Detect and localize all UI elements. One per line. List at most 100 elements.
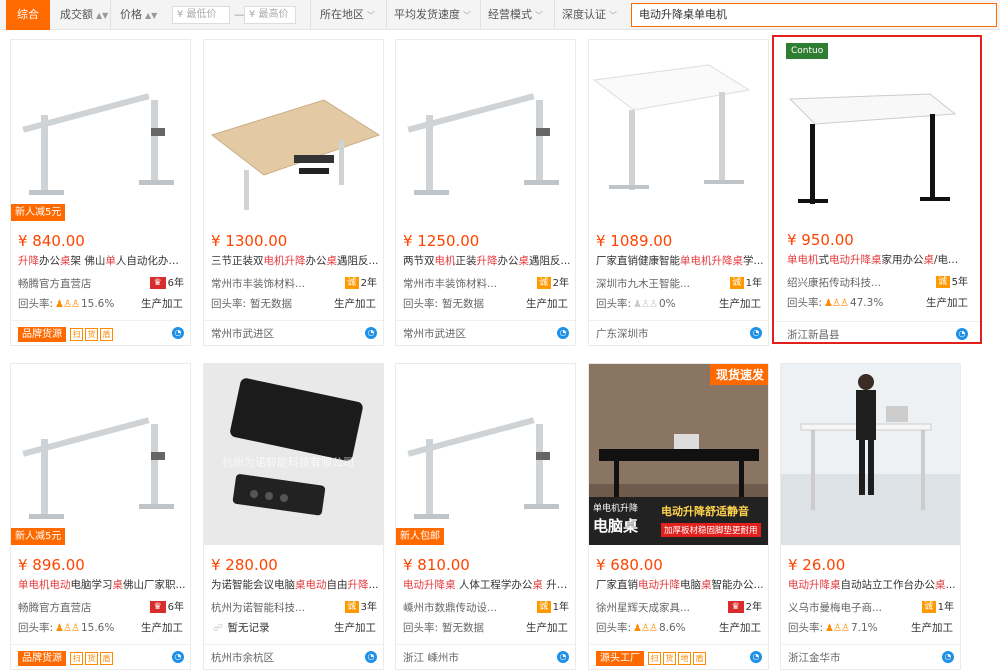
product-image[interactable] <box>781 364 960 545</box>
service-icon[interactable]: 货 <box>85 651 98 665</box>
service-icon[interactable]: 扫 <box>70 651 83 665</box>
product-card[interactable]: 新人减5元 ¥ 896.00 单电机电动电脑学习桌佛山厂家职... 畅腾官方直营店 ♛ 6… <box>10 363 191 670</box>
overlay-right-sub: 加厚板材稳固脚垫更耐用 <box>661 523 761 537</box>
wangwang-chat-icon[interactable]: ◔ <box>750 651 762 663</box>
dropdown-shipping-label: 平均发货速度 <box>394 8 460 21</box>
tab-price[interactable]: 价格 ▲▼ <box>120 0 157 30</box>
title-text: 办公 <box>305 255 327 267</box>
wangwang-chat-icon[interactable]: ◔ <box>365 327 377 339</box>
shop-name[interactable]: 畅腾官方直营店 <box>18 600 143 615</box>
product-title[interactable]: 电动升降桌自动站立工作台办公桌... <box>788 578 956 593</box>
source-tag[interactable]: 品牌货源 <box>18 326 66 342</box>
product-price: ¥ 1300.00 <box>211 232 288 250</box>
service-icon[interactable]: 盾 <box>693 651 706 665</box>
years-value: 2年 <box>552 278 569 289</box>
wangwang-chat-icon[interactable]: ◔ <box>557 327 569 339</box>
wangwang-chat-icon[interactable]: ◔ <box>750 327 762 339</box>
shop-name[interactable]: 畅腾官方直营店 <box>18 276 143 291</box>
product-title[interactable]: 厂家直销电动升降电脑桌智能办公... <box>596 578 764 593</box>
product-card[interactable]: ¥ 1300.00 三节正装双电机升降办公桌遇阻反... 常州市丰装饰材料... 诚 2… <box>203 39 384 346</box>
shop-name[interactable]: 常州市丰装饰材料... <box>403 276 528 291</box>
dropdown-region[interactable]: 所在地区 ﹀ <box>320 0 375 30</box>
wangwang-chat-icon[interactable]: ◔ <box>172 651 184 663</box>
product-card[interactable]: 杭州为诺智能科技有限公司 ¥ 280.00 为诺智能会议电脑桌电动自由升降... 杭州… <box>203 363 384 670</box>
service-icon[interactable]: 盾 <box>100 327 113 341</box>
location-row: 源头工厂扫货地盾 <box>589 644 768 669</box>
title-text: ... <box>945 579 956 591</box>
service-icon[interactable]: 扫 <box>70 327 83 341</box>
dropdown-business-model[interactable]: 经营模式 ﹀ <box>488 0 543 30</box>
product-card[interactable]: Contuo ¥ 950.00 单电机式电动升降桌家用办公桌/电... 绍兴康拓传动科… <box>772 35 982 344</box>
title-text: 正装 <box>455 255 477 267</box>
crown-badge-icon: ♛ <box>149 277 166 289</box>
shop-name[interactable]: 常州市丰装饰材料... <box>211 276 336 291</box>
product-image[interactable]: 新人减5元 <box>11 364 190 545</box>
membership-years: ♛ 6年 <box>149 274 184 289</box>
shop-name[interactable]: 义乌市曼梅电子商... <box>788 600 913 615</box>
source-tag[interactable]: 源头工厂 <box>596 650 644 666</box>
repeat-rate: ☍ 暂无记录 <box>211 620 269 635</box>
product-image[interactable] <box>589 40 768 221</box>
chengxintong-badge-icon: 诚 <box>344 601 359 613</box>
service-icon[interactable]: 扫 <box>648 651 661 665</box>
source-tag[interactable]: 品牌货源 <box>18 650 66 666</box>
location-row: 常州市武进区 <box>396 320 575 345</box>
service-icon[interactable]: 货 <box>663 651 676 665</box>
service-icon[interactable]: 货 <box>85 327 98 341</box>
repeat-rate-value: 47.3% <box>849 297 884 309</box>
price-max-input[interactable]: ¥ 最高价 <box>244 6 296 24</box>
product-price: ¥ 840.00 <box>18 232 85 250</box>
dropdown-shipping-speed[interactable]: 平均发货速度 ﹀ <box>394 0 471 30</box>
product-card[interactable]: ¥ 1250.00 两节双电机正装升降办公桌遇阻反... 常州市丰装饰材料... 诚 2… <box>395 39 576 346</box>
product-title[interactable]: 单电机电动电脑学习桌佛山厂家职... <box>18 578 186 593</box>
repeat-rate: 回头率: ♟♙♙ 15.6% <box>18 296 114 311</box>
wangwang-chat-icon[interactable]: ◔ <box>365 651 377 663</box>
years-value: 6年 <box>167 278 184 289</box>
product-image[interactable]: 新人减5元 <box>11 40 190 221</box>
wangwang-chat-icon[interactable]: ◔ <box>956 328 968 340</box>
price-min-input[interactable]: ¥ 最低价 <box>172 6 230 24</box>
wangwang-chat-icon[interactable]: ◔ <box>942 651 954 663</box>
product-image[interactable] <box>204 40 383 221</box>
chengxintong-badge-icon: 诚 <box>935 276 950 288</box>
service-icon[interactable]: 盾 <box>100 651 113 665</box>
product-image[interactable]: 现货速发 单电机升降 电脑桌 电动升降舒适静音 加厚板材稳固脚垫更耐用 <box>589 364 768 545</box>
product-card[interactable]: ¥ 26.00 电动升降桌自动站立工作台办公桌... 义乌市曼梅电子商... 诚 1年回… <box>780 363 961 670</box>
service-icon[interactable]: 地 <box>678 651 691 665</box>
title-keyword: 电动升降 <box>638 579 680 591</box>
product-image[interactable]: Contuo <box>780 39 961 220</box>
shop-name[interactable]: 绍兴康拓传动科技... <box>787 275 912 290</box>
business-type: 生产加工 <box>334 622 376 634</box>
search-input[interactable]: 电动升降桌单电机 <box>631 3 997 27</box>
repeat-rate: 回头率: ♟♙♙ 8.6% <box>596 620 686 635</box>
wangwang-chat-icon[interactable]: ◔ <box>172 327 184 339</box>
title-text: 自由 <box>326 579 348 591</box>
shop-name[interactable]: 杭州为诺智能科技... <box>211 600 336 615</box>
product-title[interactable]: 三节正装双电机升降办公桌遇阻反... <box>211 254 379 269</box>
product-card[interactable]: 新人包邮 ¥ 810.00 电动升降桌 人体工程学办公桌 升降... 嵊州市数鼎传动设… <box>395 363 576 670</box>
product-price: ¥ 26.00 <box>788 556 846 574</box>
shop-name[interactable]: 深圳市九木王智能... <box>596 276 721 291</box>
product-title[interactable]: 电动升降桌 人体工程学办公桌 升降... <box>403 578 571 593</box>
title-keyword: 桌 <box>923 254 935 266</box>
product-title[interactable]: 为诺智能会议电脑桌电动自由升降... <box>211 578 379 593</box>
product-title[interactable]: 两节双电机正装升降办公桌遇阻反... <box>403 254 571 269</box>
repeat-rate-label: 回头率: <box>788 622 824 634</box>
product-title[interactable]: 升降办公桌架 佛山单人自动化办公... <box>18 254 186 269</box>
tab-comprehensive[interactable]: 综合 <box>6 0 50 30</box>
shop-name[interactable]: 徐州星辉天成家具... <box>596 600 721 615</box>
wangwang-chat-icon[interactable]: ◔ <box>557 651 569 663</box>
product-title[interactable]: 单电机式电动升降桌家用办公桌/电... <box>787 253 967 268</box>
title-keyword: 单 <box>105 255 116 267</box>
tab-sales-volume[interactable]: 成交额 ▲▼ <box>60 0 108 30</box>
dropdown-certification[interactable]: 深度认证 ﹀ <box>562 0 617 30</box>
product-image[interactable]: 杭州为诺智能科技有限公司 <box>204 364 383 545</box>
shop-name[interactable]: 嵊州市数鼎传动设... <box>403 600 528 615</box>
product-card[interactable]: ¥ 1089.00 厂家直销健康智能单电机升降桌学... 深圳市九木王智能... 诚 1… <box>588 39 769 346</box>
product-card[interactable]: 现货速发 单电机升降 电脑桌 电动升降舒适静音 加厚板材稳固脚垫更耐用 ¥ 680.00 厂… <box>588 363 769 670</box>
product-image[interactable]: 新人包邮 <box>396 364 575 545</box>
years-value: 3年 <box>360 602 377 613</box>
product-image[interactable] <box>396 40 575 221</box>
product-title[interactable]: 厂家直销健康智能单电机升降桌学... <box>596 254 764 269</box>
product-card[interactable]: 新人减5元 ¥ 840.00 升降办公桌架 佛山单人自动化办公... 畅腾官方直营店 ♛… <box>10 39 191 346</box>
